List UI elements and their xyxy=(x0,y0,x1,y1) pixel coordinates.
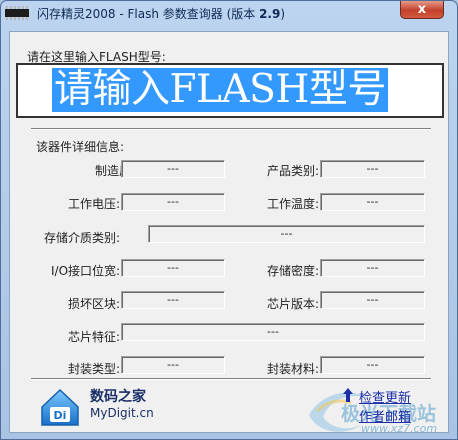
brand-name: 数码之家 xyxy=(90,389,146,405)
details-title: 该器件详细信息: xyxy=(36,140,125,154)
temperature-value[interactable]: --- xyxy=(320,193,425,211)
package-type-value[interactable]: --- xyxy=(121,356,225,374)
density-value[interactable]: --- xyxy=(320,259,425,277)
temperature-label: 工作温度: xyxy=(267,197,320,211)
chip-features-value[interactable]: --- xyxy=(121,323,425,341)
memory-chip-icon xyxy=(5,6,29,20)
divider-top xyxy=(31,128,431,130)
io-width-label: I/O接口位宽: xyxy=(51,264,121,278)
storage-media-value[interactable]: --- xyxy=(148,225,425,243)
product-category-value[interactable]: --- xyxy=(320,160,425,178)
density-label: 存储密度: xyxy=(267,264,320,278)
voltage-label: 工作电压: xyxy=(68,197,121,211)
app-window: 闪存精灵2008 - Flash 参数查询器 (版本 2.9) x 请在这里输入… xyxy=(0,0,458,440)
chip-version-value[interactable]: --- xyxy=(320,291,425,309)
close-button[interactable]: x xyxy=(400,1,444,19)
brand-url[interactable]: MyDigit.cn xyxy=(90,406,154,420)
title-bar[interactable]: 闪存精灵2008 - Flash 参数查询器 (版本 2.9) x xyxy=(1,1,457,25)
bad-blocks-label: 损坏区块: xyxy=(68,297,121,311)
author-email-link[interactable]: 作者邮箱 xyxy=(359,406,411,425)
storage-media-label: 存储介质类别: xyxy=(44,231,121,245)
io-width-value[interactable]: --- xyxy=(121,259,225,277)
flash-model-input[interactable]: 请输入FLASH型号 xyxy=(16,63,444,118)
window-title: 闪存精灵2008 - Flash 参数查询器 (版本 2.9) xyxy=(37,7,286,21)
chip-features-label: 芯片特征: xyxy=(68,330,121,344)
product-category-label: 产品类别: xyxy=(267,164,320,178)
package-type-label: 封装类型: xyxy=(68,362,121,376)
package-material-value[interactable]: --- xyxy=(320,356,425,374)
check-update-link[interactable]: 检查更新 xyxy=(359,387,411,406)
close-icon: x xyxy=(417,2,427,17)
package-material-label: 封装材料: xyxy=(267,362,320,376)
svg-text:Di: Di xyxy=(54,409,67,422)
manufacturer-value[interactable]: --- xyxy=(121,160,225,178)
voltage-value[interactable]: --- xyxy=(121,193,225,211)
chip-version-label: 芯片版本: xyxy=(267,297,320,311)
flash-model-input-text: 请输入FLASH型号 xyxy=(52,67,388,112)
up-arrow-icon xyxy=(343,388,353,402)
bad-blocks-value[interactable]: --- xyxy=(121,291,225,309)
mydigit-logo-icon: Di xyxy=(41,388,79,426)
divider-bottom xyxy=(31,378,431,380)
